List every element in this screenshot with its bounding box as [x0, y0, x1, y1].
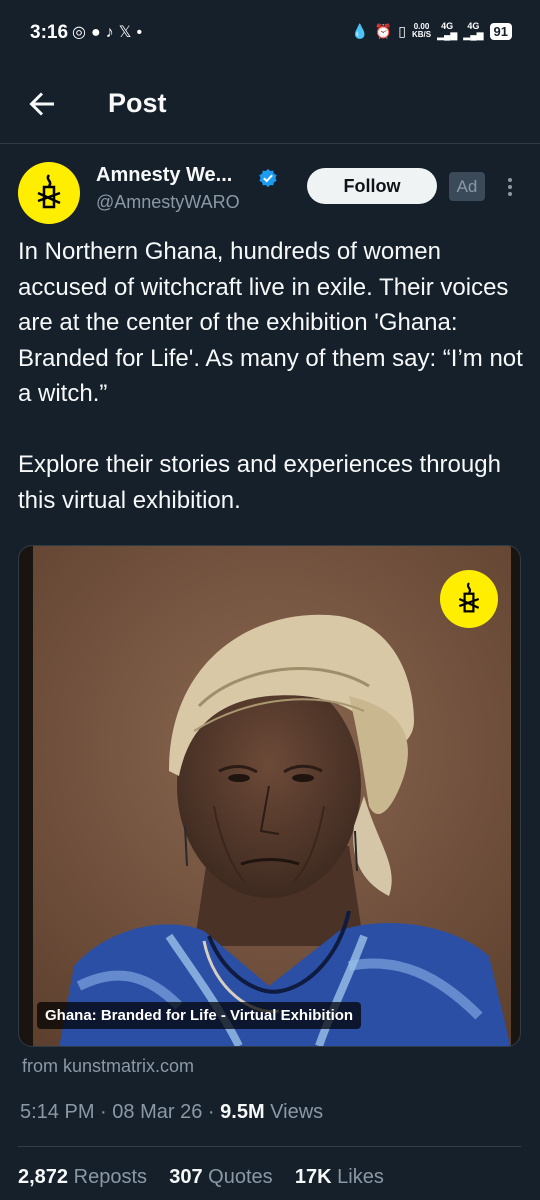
water-drop-icon: 💧	[351, 22, 369, 39]
likes-stat[interactable]: 17K Likes	[295, 1166, 384, 1188]
author-handle[interactable]: @AmnestyWARO	[96, 192, 240, 213]
signal-2: 4G ▂▄▆	[463, 21, 484, 40]
post-date: 08 Mar 26	[112, 1101, 203, 1123]
arrow-left-icon[interactable]	[24, 86, 60, 122]
views-label: Views	[270, 1101, 324, 1123]
post-time: 5:14 PM	[20, 1101, 95, 1123]
post-meta: 5:14 PM · 08 Mar 26 · 9.5M Views	[20, 1101, 323, 1124]
alarm-icon: ⏰	[374, 22, 393, 39]
status-bar: 3:16 ◎●♪𝕏• 💧 ⏰ ▯ 0.00 KB/S 4G ▂▄▆ 4G ▂▄▆…	[0, 0, 540, 68]
battery-indicator: 91	[489, 22, 512, 40]
whatsapp-icon: ◎	[72, 24, 91, 41]
link-source[interactable]: from kunstmatrix.com	[22, 1056, 194, 1077]
amnesty-logo-badge	[440, 570, 498, 628]
signal-bars-icon: ▂▄▆	[463, 30, 484, 40]
reposts-stat[interactable]: 2,872 Reposts	[18, 1166, 147, 1188]
engagement-stats: 2,872 Reposts 307 Quotes 17K Likes	[18, 1166, 384, 1189]
quotes-stat[interactable]: 307 Quotes	[169, 1166, 272, 1188]
amnesty-candle-logo-icon	[37, 174, 61, 209]
vibrate-icon: ▯	[398, 22, 406, 39]
amnesty-candle-logo-icon	[458, 582, 480, 613]
status-time: 3:16	[30, 22, 69, 43]
notification-icons: ◎●♪𝕏•	[72, 22, 147, 42]
follow-button[interactable]: Follow	[307, 168, 437, 204]
net-speed: 0.00 KB/S	[411, 22, 432, 39]
signal-1: 4G ▂▄▆	[437, 21, 458, 40]
avatar[interactable]	[18, 162, 80, 224]
chat-icon: ●	[90, 24, 106, 41]
signal-bars-icon: ▂▄▆	[437, 30, 458, 40]
verified-badge-icon	[259, 168, 277, 188]
more-options-icon[interactable]	[505, 176, 515, 198]
views-count[interactable]: 9.5M	[220, 1101, 264, 1123]
post-text: In Northern Ghana, hundreds of women acc…	[18, 238, 523, 514]
dot-icon: •	[136, 24, 148, 41]
media-caption: Ghana: Branded for Life - Virtual Exhibi…	[37, 1002, 362, 1029]
ad-badge: Ad	[449, 172, 485, 201]
author-name[interactable]: Amnesty We...	[96, 164, 232, 187]
separator: ·	[207, 1101, 215, 1123]
divider	[18, 1146, 521, 1147]
x-icon: 𝕏	[118, 24, 137, 41]
status-right-icons: 💧 ⏰ ▯ 0.00 KB/S 4G ▂▄▆ 4G ▂▄▆ 91	[351, 22, 512, 40]
page-title: Post	[108, 88, 167, 118]
tiktok-icon: ♪	[105, 24, 119, 41]
post-header: Post	[0, 68, 540, 144]
portrait-photo	[19, 546, 520, 1046]
separator: ·	[100, 1101, 107, 1123]
media-card[interactable]: Ghana: Branded for Life - Virtual Exhibi…	[18, 545, 521, 1047]
